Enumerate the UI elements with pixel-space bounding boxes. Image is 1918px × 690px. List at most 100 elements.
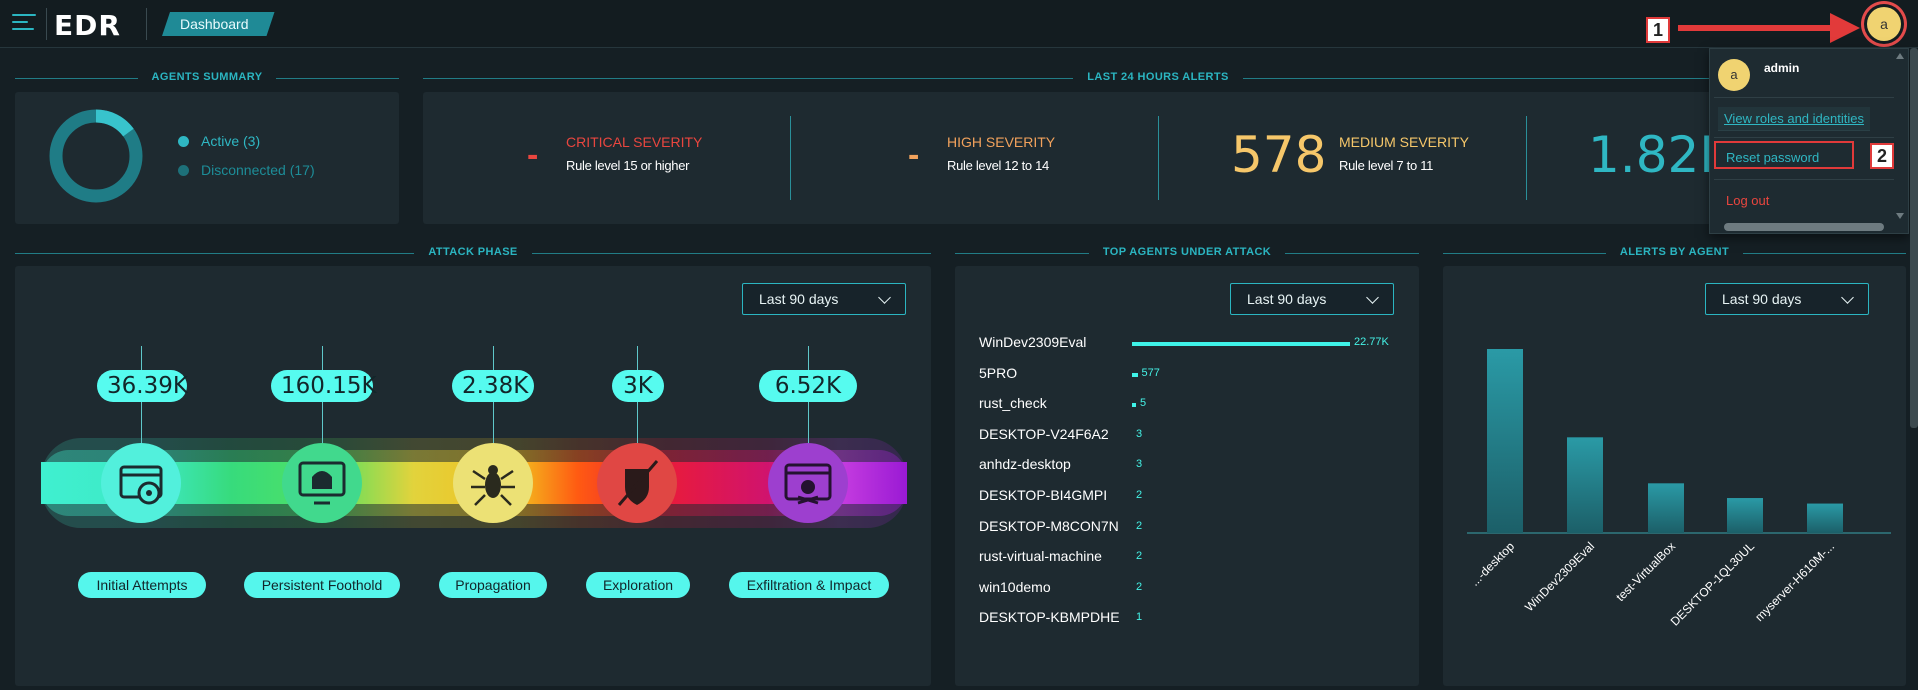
agent-value: 22.77K (1354, 336, 1389, 348)
top-bar: EDR Dashboard 1 a (0, 0, 1918, 48)
agent-value: 3 (1136, 458, 1143, 471)
critical-title: CRITICAL SEVERITY (566, 134, 703, 150)
section-title-alerts-by-agent: ALERTS BY AGENT (1443, 246, 1906, 260)
agent-name[interactable]: win10demo (979, 579, 1051, 595)
attack-phase-panel: Last 90 days 36.39K 160.15K 2.38K 3K 6.5… (15, 266, 931, 686)
chart-bar[interactable] (1487, 349, 1523, 533)
agents-donut-chart (49, 109, 143, 203)
agents-summary-panel: Active (3) Disconnected (17) (15, 92, 399, 224)
high-title: HIGH SEVERITY (947, 134, 1056, 150)
section-title-attack-phase: ATTACK PHASE (15, 246, 931, 260)
user-avatar-button[interactable]: a (1867, 7, 1901, 41)
divider (1714, 137, 1894, 138)
agent-bar (1132, 403, 1136, 408)
divider (1714, 179, 1894, 180)
high-count: - (908, 136, 920, 174)
agent-name[interactable]: rust_check (979, 395, 1047, 411)
agent-name[interactable]: DESKTOP-V24F6A2 (979, 426, 1109, 442)
section-title-top-agents: TOP AGENTS UNDER ATTACK (955, 246, 1419, 260)
page-scrollbar[interactable] (1910, 48, 1918, 428)
phase-count-exploration: 3K (612, 370, 664, 402)
high-subtitle: Rule level 12 to 14 (947, 158, 1049, 173)
phase-label-persistent-foothold[interactable]: Persistent Foothold (244, 572, 400, 598)
critical-subtitle: Rule level 15 or higher (566, 158, 690, 173)
legend-active[interactable]: Active (3) (178, 133, 260, 149)
reset-password-link[interactable]: Reset password (1714, 141, 1854, 169)
x-tick-label: test-VirtualBox (1613, 539, 1678, 604)
agent-value: 2 (1136, 519, 1143, 532)
phase-label-exfiltration-impact[interactable]: Exfiltration & Impact (729, 572, 889, 598)
app-logo: EDR (54, 9, 121, 42)
menu-scrollbar-vertical[interactable] (1894, 49, 1906, 235)
medium-count: 578 (1231, 126, 1327, 184)
menu-avatar: a (1718, 59, 1750, 91)
exfiltration-impact-icon (768, 443, 848, 523)
chart-bar[interactable] (1807, 503, 1843, 533)
divider (146, 8, 147, 40)
agent-value: 1 (1136, 611, 1143, 624)
menu-scrollbar-horizontal[interactable] (1724, 223, 1884, 231)
phase-count-persistent-foothold: 160.15K (271, 370, 377, 402)
persistent-foothold-icon (282, 443, 362, 523)
chart-bar[interactable] (1567, 437, 1603, 533)
agent-name[interactable]: 5PRO (979, 365, 1017, 381)
agent-name[interactable]: WinDev2309Eval (979, 334, 1086, 350)
medium-title: MEDIUM SEVERITY (1339, 134, 1469, 150)
phase-count-propagation: 2.38K (452, 370, 534, 402)
annotation-callout-1: 1 (1646, 17, 1670, 43)
menu-icon[interactable] (12, 14, 36, 34)
divider (790, 116, 791, 200)
chevron-down-icon (878, 291, 891, 304)
agent-name[interactable]: rust-virtual-machine (979, 548, 1102, 564)
disconnected-dot (178, 165, 189, 176)
phase-count-exfiltration-impact: 6.52K (759, 370, 857, 402)
annotation-arrow-head (1830, 13, 1860, 43)
agent-bar (1132, 342, 1350, 346)
chart-bar[interactable] (1727, 498, 1763, 533)
top-agents-range-dropdown[interactable]: Last 90 days (1230, 283, 1394, 315)
phase-count-initial-attempts: 36.39K (97, 370, 188, 402)
divider (1158, 116, 1159, 200)
attack-phase-range-dropdown[interactable]: Last 90 days (742, 283, 906, 315)
agent-value: 2 (1136, 550, 1143, 563)
phase-label-exploration[interactable]: Exploration (586, 572, 690, 598)
section-title-agents-summary: AGENTS SUMMARY (15, 71, 399, 85)
agent-name[interactable]: DESKTOP-BI4GMPI (979, 487, 1107, 503)
alerts-24h-panel: - CRITICAL SEVERITY Rule level 15 or hig… (423, 92, 1732, 224)
section-title-last-24h-alerts: LAST 24 HOURS ALERTS (423, 71, 1893, 85)
agent-value: 2 (1136, 580, 1143, 593)
breadcrumb-dashboard[interactable]: Dashboard (162, 12, 275, 36)
agent-value: 5 (1140, 397, 1147, 410)
agent-bar (1132, 372, 1138, 377)
initial-attempts-icon (101, 443, 181, 523)
alerts-by-agent-panel: Last 90 days ...-desktop WinDev2309Eval te… (1443, 266, 1906, 686)
chevron-down-icon (1366, 291, 1379, 304)
alerts-by-agent-chart: ...-desktop WinDev2309Eval test-VirtualBox… (1467, 349, 1891, 629)
critical-count: - (527, 136, 539, 174)
annotation-callout-2: 2 (1870, 143, 1894, 169)
chart-bar[interactable] (1648, 483, 1684, 533)
agent-value: 577 (1141, 366, 1160, 379)
divider (46, 8, 47, 40)
propagation-icon (453, 443, 533, 523)
menu-username: admin (1764, 61, 1800, 75)
exploration-icon (597, 443, 677, 523)
annotation-arrow (1678, 25, 1836, 31)
view-roles-link[interactable]: View roles and identities (1718, 107, 1870, 131)
agent-name[interactable]: DESKTOP-KBMPDHE (979, 609, 1120, 625)
phase-label-propagation[interactable]: Propagation (439, 572, 547, 598)
x-tick-label: myserver-H610M-... (1752, 539, 1837, 624)
active-dot (178, 136, 189, 147)
agent-name[interactable]: anhdz-desktop (979, 456, 1071, 472)
user-menu: a admin View roles and identities Reset … (1709, 48, 1909, 234)
x-tick-label: DESKTOP-1QL30UL (1668, 539, 1758, 629)
x-tick-label: ...-desktop (1468, 539, 1518, 589)
divider (1526, 116, 1527, 200)
legend-disconnected[interactable]: Disconnected (17) (178, 162, 315, 178)
medium-subtitle: Rule level 7 to 11 (1339, 158, 1434, 173)
phase-label-initial-attempts[interactable]: Initial Attempts (78, 572, 206, 598)
divider (1714, 97, 1894, 98)
logout-link[interactable]: Log out (1726, 193, 1769, 208)
agent-value: 3 (1136, 427, 1143, 440)
agent-name[interactable]: DESKTOP-M8CON7N (979, 518, 1119, 534)
